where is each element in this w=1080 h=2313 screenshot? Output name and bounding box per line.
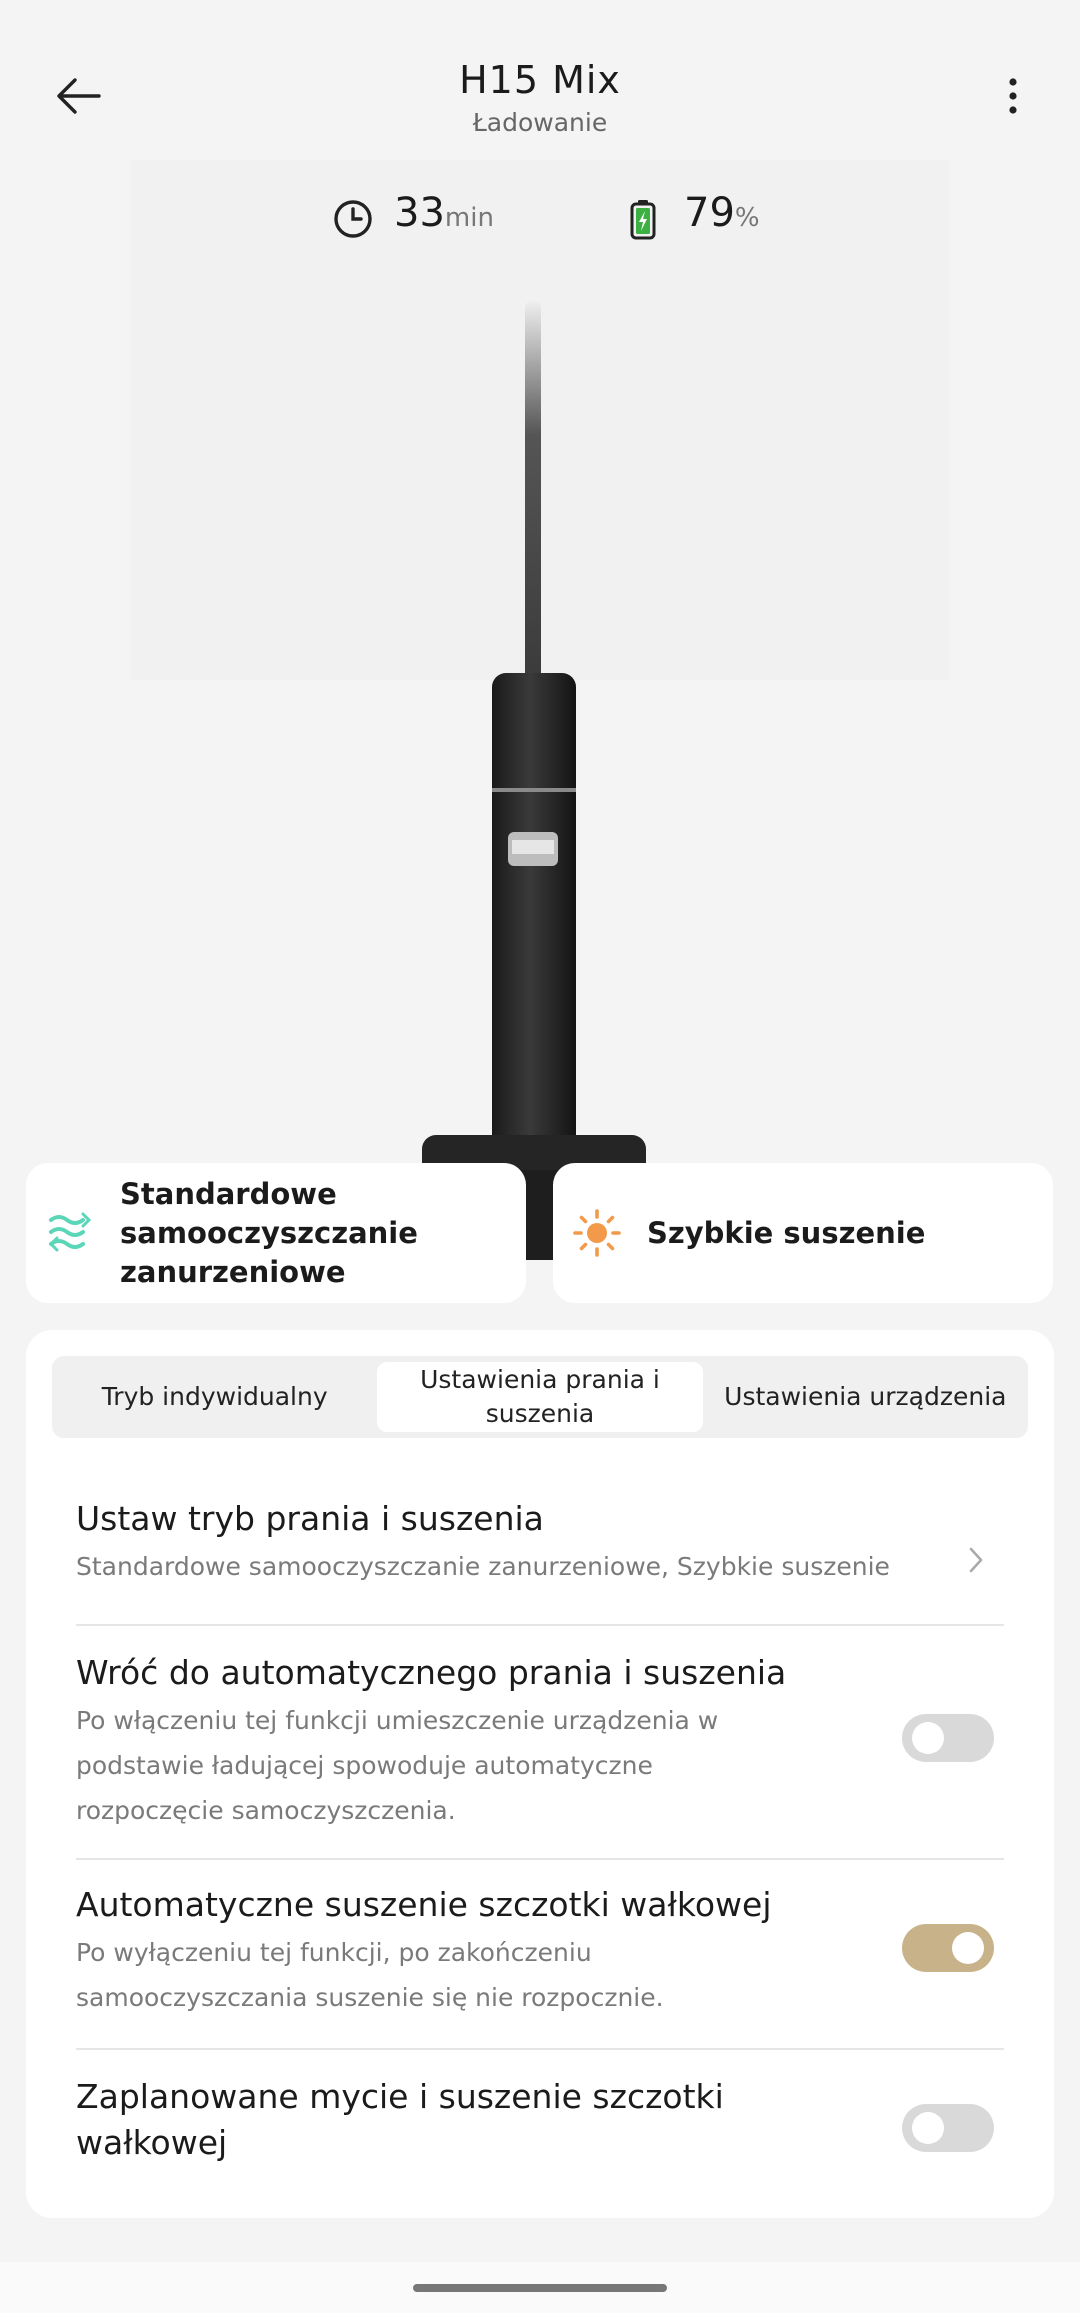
toggle-knob <box>912 1722 944 1754</box>
clock-icon <box>334 200 372 238</box>
self-clean-wave-icon <box>40 1203 100 1263</box>
page-title: H15 Mix <box>459 58 621 102</box>
scheduled-row: Zaplanowane mycie i suszenie szczotki wa… <box>76 2074 1004 2174</box>
auto-wash-row: Wróć do automatycznego prania i suszenia… <box>76 1650 1004 1830</box>
wash-mode-title: Ustaw tryb prania i suszenia <box>76 1499 544 1538</box>
wash-mode-desc: Standardowe samooczyszczanie zanurzeniow… <box>76 1552 890 1581</box>
divider <box>76 2048 1004 2050</box>
auto-wash-title: Wróć do automatycznego prania i suszenia <box>76 1653 787 1692</box>
time-unit: min <box>444 203 494 233</box>
auto-dry-row: Automatyczne suszenie szczotki wałkowej … <box>76 1882 1004 2022</box>
device-image <box>120 160 960 1280</box>
device-stats: 33 min 79 % <box>0 190 1080 250</box>
self-clean-mode-label: Standardowe samooczyszczanie zanurzeniow… <box>120 1176 418 1289</box>
more-vertical-icon <box>1009 78 1017 114</box>
self-clean-mode-card[interactable]: Standardowe samooczyszczanie zanurzeniow… <box>26 1163 526 1303</box>
scheduled-toggle[interactable] <box>902 2104 994 2152</box>
tab-device-settings[interactable]: Ustawienia urządzenia <box>703 1356 1028 1438</box>
device-status: Ładowanie <box>472 108 608 137</box>
home-indicator[interactable] <box>413 2284 667 2292</box>
time-value: 33 <box>394 190 445 236</box>
battery-level: 79 % <box>622 190 760 240</box>
auto-dry-toggle[interactable] <box>902 1924 994 1972</box>
settings-panel: Tryb indywidualny Ustawienia prania i su… <box>26 1330 1054 2218</box>
wash-mode-row[interactable]: Ustaw tryb prania i suszenia Standardowe… <box>76 1496 1004 1626</box>
scheduled-title: Zaplanowane mycie i suszenie szczotki wa… <box>76 2077 724 2162</box>
tab-wash-dry-settings[interactable]: Ustawienia prania i suszenia <box>377 1362 703 1432</box>
drying-mode-label: Szybkie suszenie <box>647 1215 926 1250</box>
battery-value: 79 <box>684 190 735 236</box>
toggle-knob <box>912 2112 944 2144</box>
auto-dry-title: Automatyczne suszenie szczotki wałkowej <box>76 1885 772 1924</box>
sun-icon <box>567 1203 627 1263</box>
chevron-right-icon <box>969 1547 983 1573</box>
divider <box>76 1624 1004 1626</box>
header: H15 Mix Ładowanie <box>0 0 1080 160</box>
divider <box>76 1858 1004 1860</box>
auto-wash-desc: Po włączeniu tej funkcji umieszczenie ur… <box>76 1706 719 1825</box>
navigation-bar <box>0 2262 1080 2313</box>
battery-icon <box>630 200 656 240</box>
settings-tabs: Tryb indywidualny Ustawienia prania i su… <box>52 1356 1028 1438</box>
remaining-time: 33 min <box>332 190 494 238</box>
drying-mode-card[interactable]: Szybkie suszenie <box>553 1163 1053 1303</box>
more-button[interactable] <box>988 66 1038 126</box>
battery-unit: % <box>734 203 760 233</box>
auto-wash-toggle[interactable] <box>902 1714 994 1762</box>
toggle-knob <box>952 1932 984 1964</box>
auto-dry-desc: Po wyłączeniu tej funkcji, po zakończeni… <box>76 1938 664 2012</box>
tab-individual-mode[interactable]: Tryb indywidualny <box>52 1356 377 1438</box>
